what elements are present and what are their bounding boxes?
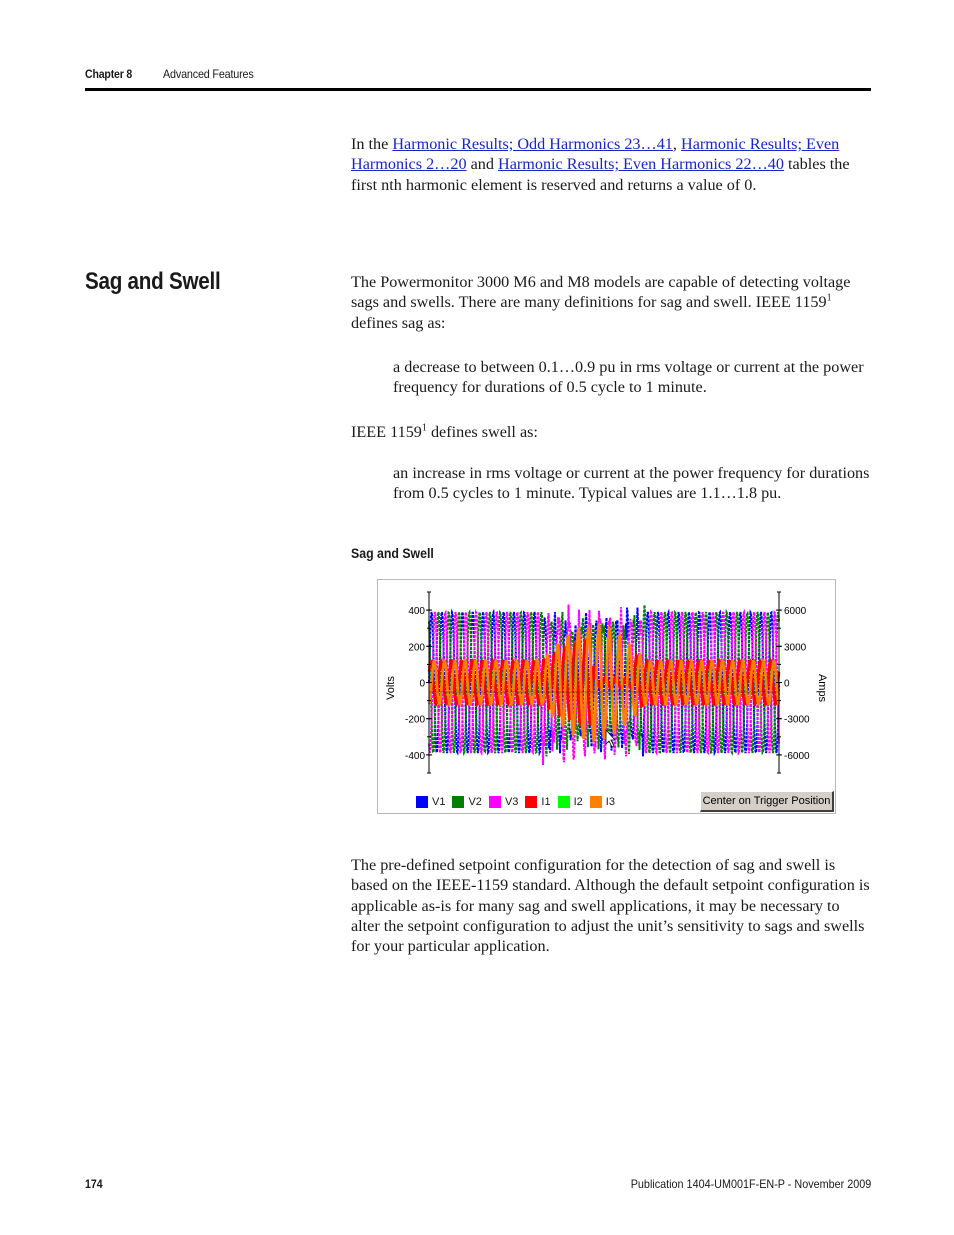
legend-swatch — [452, 796, 465, 808]
legend-swatch — [589, 796, 602, 808]
legend-swatch — [557, 796, 570, 808]
link-odd-harmonics-23-41[interactable]: Harmonic Results; Odd Harmonics 23…41 — [392, 135, 673, 153]
right-tick-label: 0 — [784, 679, 790, 690]
right-tick-label: 6000 — [784, 606, 807, 617]
footnote-ref: 1 — [826, 292, 832, 304]
left-tick-label: 200 — [408, 642, 425, 653]
legend-swatch — [416, 796, 428, 808]
left-tick-label: 400 — [408, 606, 425, 617]
right-tick-label: -6000 — [784, 751, 810, 762]
left-tick-label: 0 — [419, 679, 425, 690]
publication-info: Publication 1404-UM001F-EN-P - November … — [630, 1177, 871, 1191]
figure-caption: Sag and Swell — [351, 545, 434, 561]
legend-swatch — [525, 796, 538, 808]
legend-item-i3: I3 — [589, 796, 615, 808]
sag-definition: a decrease to between 0.1…0.9 pu in rms … — [393, 358, 864, 397]
intro-paragraph: In the Harmonic Results; Odd Harmonics 2… — [351, 135, 850, 194]
legend-label: I2 — [573, 796, 583, 808]
running-header: Chapter 8 Advanced Features — [85, 67, 254, 81]
left-tick-label: -200 — [405, 715, 425, 726]
legend-item-i2: I2 — [557, 796, 583, 808]
right-tick-label: 3000 — [784, 642, 807, 653]
legend-item-v1: V1 — [416, 796, 445, 808]
chapter-title: Advanced Features — [163, 67, 254, 81]
section-heading: Sag and Swell — [85, 268, 221, 295]
legend-item-v2: V2 — [452, 796, 482, 808]
legend-item-v3: V3 — [488, 796, 519, 808]
chapter-label: Chapter 8 — [85, 67, 133, 81]
legend-item-i1: I1 — [525, 796, 551, 808]
legend-swatch — [488, 796, 501, 808]
swell-definition: an increase in rms voltage or current at… — [393, 464, 870, 503]
left-tick-label: -400 — [405, 751, 425, 762]
waveform-figure: 400 200 0 -200 -400 6000 3000 0 -3000 -6000 Volt… — [377, 579, 836, 814]
legend-label: I3 — [605, 796, 615, 808]
sag-swell-intro-paragraph: The Powermonitor 3000 M6 and M8 models a… — [351, 273, 851, 332]
waveform-chart: 400 200 0 -200 -400 6000 3000 0 -3000 -6000 Volt… — [385, 591, 828, 774]
legend-label: V1 — [432, 796, 446, 808]
plot-traces — [427, 604, 781, 766]
legend-label: V2 — [468, 796, 482, 808]
legend-label: I1 — [541, 796, 551, 808]
link-even-harmonics-22-40[interactable]: Harmonic Results; Even Harmonics 22…40 — [498, 155, 784, 173]
y-axis-label: Volts — [385, 676, 397, 700]
center-on-trigger-button[interactable]: Center on Trigger Position — [700, 791, 834, 812]
legend-label: V3 — [504, 796, 519, 808]
setpoint-paragraph: The pre-defined setpoint configuration f… — [351, 856, 870, 956]
right-tick-label: -3000 — [784, 715, 810, 726]
page-number: 174 — [85, 1177, 103, 1191]
header-rule — [85, 88, 871, 91]
y2-axis-label: Amps — [816, 674, 828, 703]
swell-intro-paragraph: IEEE 11591 defines swell as: — [351, 422, 538, 441]
chart-legend: V1 V2 V3 I1 I2 I3 — [416, 795, 622, 809]
